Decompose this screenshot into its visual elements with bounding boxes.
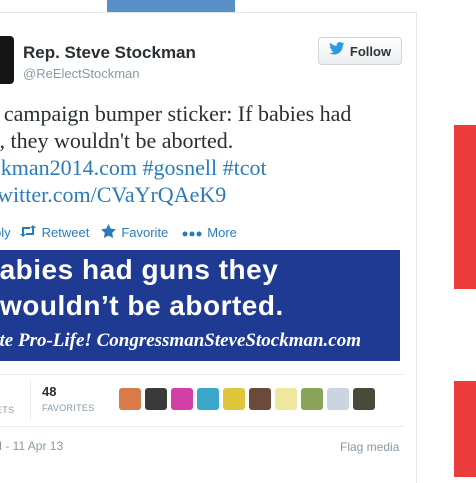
favoriter-avatar[interactable] [171, 388, 193, 410]
image-text-line: wouldn’t be aborted. [0, 290, 284, 321]
retweet-label: Retweet [41, 224, 90, 240]
favorite-label: Favorite [121, 224, 169, 240]
tweet-media-image[interactable]: babies had guns they wouldn’t be aborted… [0, 250, 400, 361]
follow-button[interactable]: Follow [318, 37, 402, 65]
profile-handle[interactable]: @ReElectStockman [23, 66, 140, 81]
favoriter-avatar[interactable] [353, 388, 375, 410]
star-icon [101, 223, 117, 241]
retweet-icon [19, 224, 37, 240]
retweets-stat[interactable]: ETS [0, 384, 14, 415]
retweets-label: ETS [0, 405, 15, 415]
tweet-links-row: ckman2014.com #gosnell #tcot [0, 154, 421, 181]
reply-button[interactable]: ply [0, 225, 11, 240]
favorites-label: FAVORITES [42, 403, 95, 413]
follow-label: Follow [349, 43, 392, 59]
divider [0, 426, 404, 427]
hashtag-tcot[interactable]: #tcot [223, 155, 267, 180]
background-red-bar [454, 125, 476, 289]
image-text-line: babies had guns they [0, 254, 279, 285]
more-dots-icon [182, 225, 202, 240]
favoriter-avatar[interactable] [197, 388, 219, 410]
hashtag-gosnell[interactable]: #gosnell [143, 155, 218, 180]
more-label: More [207, 224, 237, 240]
more-button[interactable]: More [182, 225, 237, 240]
flag-media-link[interactable]: Flag media [340, 440, 399, 454]
favoriters-list [119, 388, 375, 410]
retweet-button[interactable]: Retweet [19, 224, 90, 240]
tweet-links-row: twitter.com/CVaYrQAeK9 [0, 181, 421, 208]
tweet-line: r campaign bumper sticker: If babies had [0, 101, 352, 126]
favorite-button[interactable]: Favorite [101, 223, 169, 241]
profile-avatar[interactable] [0, 36, 14, 84]
twitter-bird-icon [329, 42, 345, 60]
favoriter-avatar[interactable] [119, 388, 141, 410]
favoriter-avatar[interactable] [145, 388, 167, 410]
tweet-link[interactable]: ckman2014.com [0, 155, 137, 180]
favorites-stat[interactable]: 48 FAVORITES [42, 384, 95, 413]
favoriter-avatar[interactable] [223, 388, 245, 410]
tweet-line: s, they wouldn't be aborted. [0, 128, 234, 153]
profile-name[interactable]: Rep. Steve Stockman [23, 43, 196, 63]
favorites-count: 48 [42, 384, 57, 399]
favoriter-avatar[interactable] [327, 388, 349, 410]
top-nav-tab-highlight [107, 0, 235, 12]
divider [0, 374, 404, 375]
favoriter-avatar[interactable] [301, 388, 323, 410]
favoriter-avatar[interactable] [275, 388, 297, 410]
image-text-line: ote Pro-Life! CongressmanSteveStockman.c… [0, 330, 362, 351]
reply-label: ply [0, 224, 11, 240]
media-link[interactable]: twitter.com/CVaYrQAeK9 [0, 182, 226, 207]
tweet-timestamp[interactable]: M - 11 Apr 13 [0, 439, 63, 453]
favoriter-avatar[interactable] [249, 388, 271, 410]
stat-divider [30, 380, 31, 420]
tweet-text: r campaign bumper sticker: If babies had… [0, 100, 421, 208]
tweet-actions: ply Retweet Favorite More [0, 222, 237, 242]
background-red-bar [454, 381, 476, 477]
